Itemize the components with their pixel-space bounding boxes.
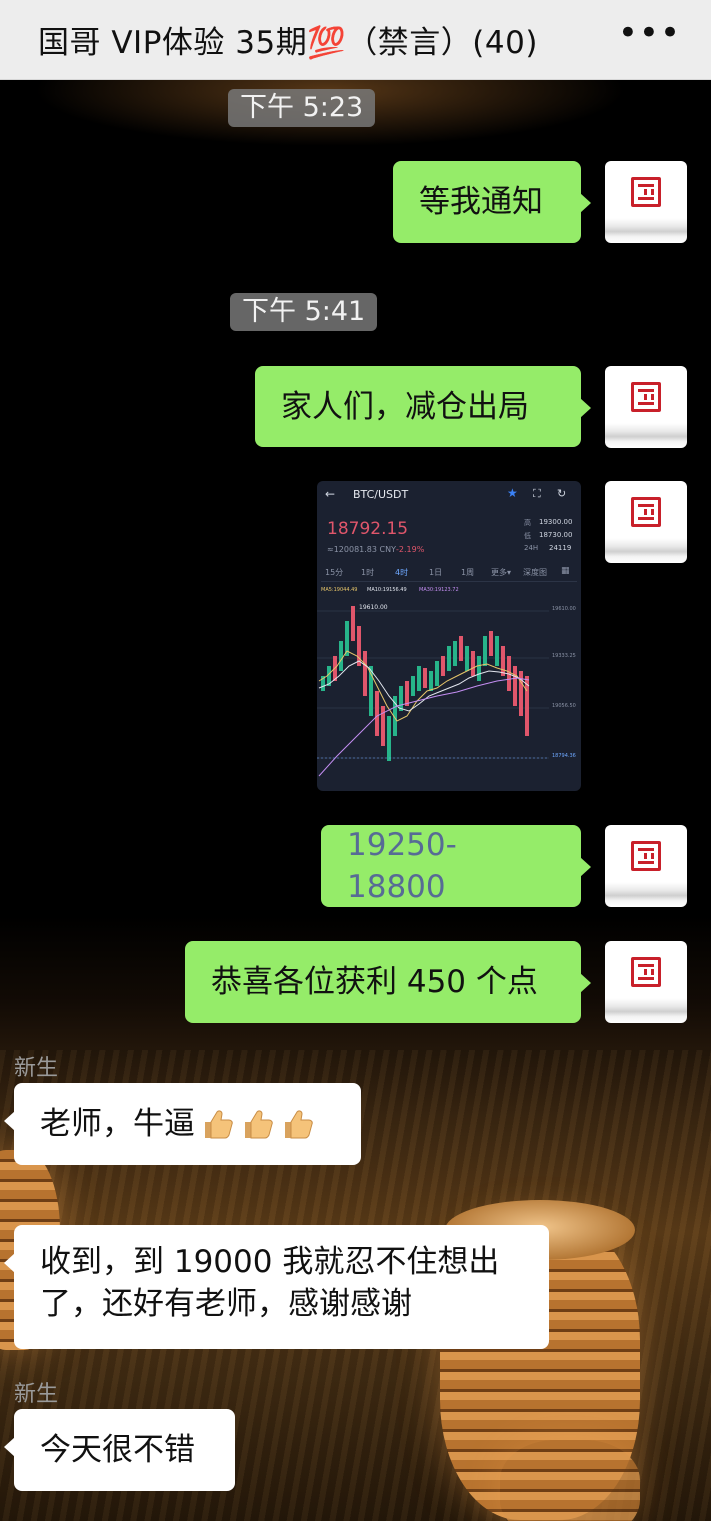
refresh-icon: ↻ [557,487,567,500]
candle [411,676,415,696]
tab-4h: 4时 [395,568,409,577]
candle [387,716,391,761]
ma5-label: MA5:19044.49 [321,587,358,593]
candlestick-chart [317,606,549,777]
coin-stack-small-image [500,1440,640,1521]
message-text: 家人们，减仓出局 [281,388,529,425]
candle [465,646,469,671]
back-arrow-icon: ← [325,487,336,501]
candle [435,661,439,686]
message-bubble-incoming[interactable]: 收到，到 19000 我就忍不住想出了，还好有老师，感谢感谢 [4,1225,549,1349]
low-value: 18730.00 [539,531,573,539]
seal-logo-icon [631,177,661,207]
seal-logo-icon [631,841,661,871]
pair-label: BTC/USDT [353,488,409,501]
avatar[interactable] [605,161,687,243]
ma30-label: MA30:19123.72 [419,587,459,593]
candle [417,666,421,691]
price-change: -2.19% [396,545,425,554]
trade-chart-image[interactable]: ← BTC/USDT ★ ⛶ ↻ 18792.15 ≈120081.83 CNY… [317,481,581,791]
message-text: 19250-18800 [347,827,457,905]
seal-logo-icon [631,382,661,412]
tab-more: 更多▾ [491,568,512,577]
star-icon: ★ [507,486,518,500]
current-price: 18792.15 [327,519,409,539]
candle [405,681,409,706]
low-label: 低 [524,532,531,540]
message-bubble-outgoing[interactable]: 家人们，减仓出局 [255,366,591,447]
candle [423,668,427,688]
message-text: 老师，牛逼 [40,1106,195,1142]
timestamp: 下午 5:23 [228,89,376,127]
candle [471,651,475,676]
seal-logo-icon [631,957,661,987]
thumbs-up-icon [279,1106,315,1142]
candle [351,606,355,641]
message-bubble-incoming[interactable]: 今天很不错 [4,1409,235,1491]
avatar[interactable] [605,366,687,448]
chat-header: 国哥 VIP体验 35期💯（禁言）(40) ••• [0,0,711,80]
high-value: 19300.00 [539,518,573,526]
candle [501,646,505,676]
candle [363,651,367,696]
message-bubble-outgoing[interactable]: 19250-18800 [321,825,591,907]
divider [321,581,577,582]
candle [399,686,403,711]
candle [489,631,493,656]
message-bubble-outgoing[interactable]: 恭喜各位获利 450 个点 [185,941,591,1023]
tab-1h: 1时 [361,568,375,577]
candle [429,671,433,691]
vol-value: 24119 [549,544,572,552]
ma10-label: MA10:19156.49 [367,587,407,593]
tab-1w: 1周 [461,568,475,577]
candle [447,646,451,671]
thumbs-up-icon [239,1106,275,1142]
message-bubble-outgoing[interactable]: 等我通知 [393,161,591,243]
candle [339,641,343,671]
thumbs-up-icon [199,1106,235,1142]
timestamp: 下午 5:41 [230,293,378,331]
message-text: 恭喜各位获利 450 个点 [211,964,538,1000]
settings-icon: ▦ [561,566,570,576]
candle [453,641,457,666]
seal-logo-icon [631,497,661,527]
candle [441,656,445,676]
candle [477,656,481,681]
avatar[interactable] [605,941,687,1023]
message-text: 收到，到 19000 我就忍不住想出了，还好有老师，感谢感谢 [40,1244,500,1322]
candle [375,691,379,736]
message-text: 今天很不错 [40,1432,195,1468]
avatar[interactable] [605,825,687,907]
candle [483,636,487,666]
candle [495,636,499,666]
cny-price: ≈120081.83 CNY [327,545,396,554]
tab-15m: 15分 [325,568,344,577]
message-text: 等我通知 [419,184,543,220]
candle [513,666,517,706]
sender-name: 新生 [14,1056,59,1081]
candle [459,636,463,661]
message-bubble-incoming[interactable]: 老师，牛逼 👍👍👍 [4,1083,361,1165]
tab-1d: 1日 [429,568,443,577]
high-label: 高 [524,519,531,527]
tab-depth: 深度图 [523,568,547,577]
vol-label: 24H [524,544,539,552]
candle [519,671,523,716]
fullscreen-icon: ⛶ [533,487,541,500]
sender-name: 新生 [14,1382,59,1407]
chat-title: 国哥 VIP体验 35期💯（禁言）(40) [38,25,538,61]
more-dots-icon[interactable]: ••• [618,16,681,64]
avatar[interactable] [605,481,687,563]
